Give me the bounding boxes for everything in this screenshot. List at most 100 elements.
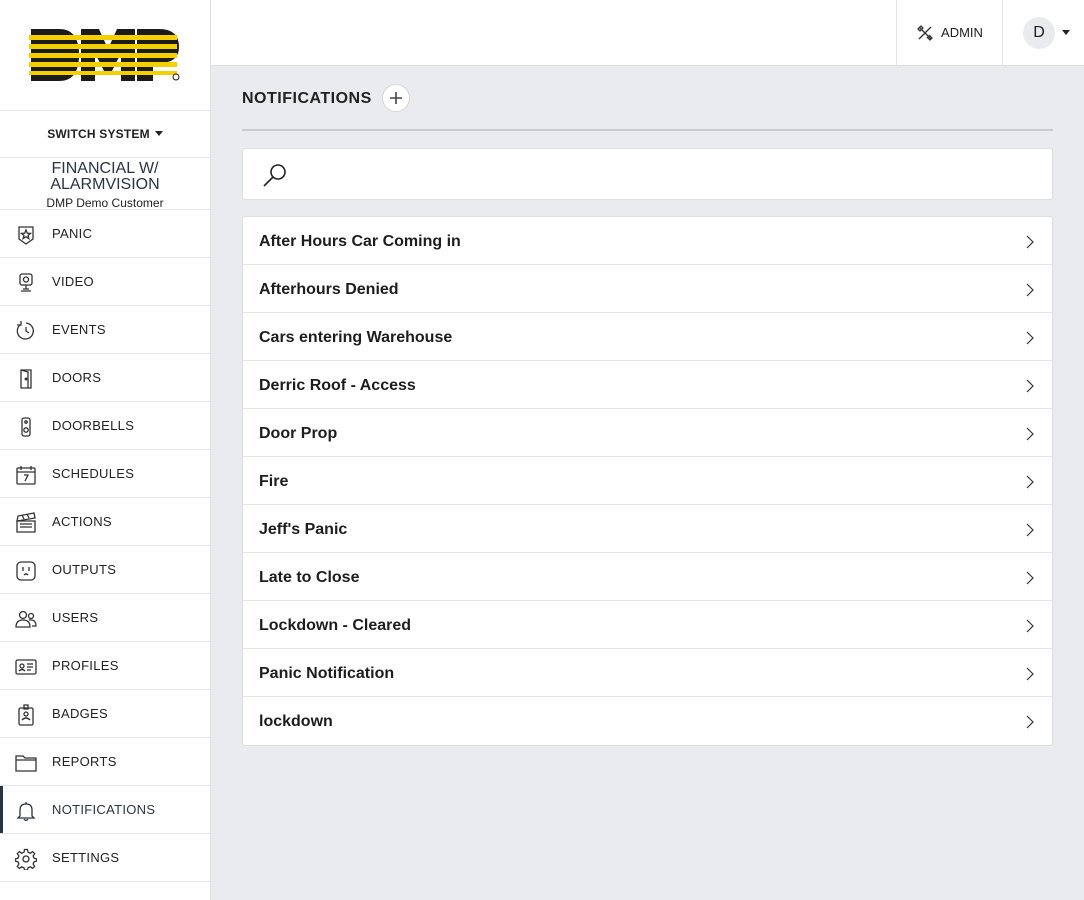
sidebar-item-label: OUTPUTS	[52, 562, 117, 577]
sidebar-item-settings[interactable]: SETTINGS	[0, 834, 210, 882]
main-content: NOTIFICATIONS After Hours Car Coming in …	[242, 66, 1053, 746]
sidebar-item-doors[interactable]: DOORS	[0, 354, 210, 402]
sidebar-item-label: DOORS	[52, 370, 102, 385]
panic-icon	[18, 226, 34, 245]
calendar-icon	[16, 466, 36, 485]
chevron-right-icon	[1026, 715, 1034, 729]
system-name-line1: FINANCIAL W/	[51, 160, 159, 177]
chevron-right-icon	[1026, 667, 1034, 681]
sidebar-item-reports[interactable]: REPORTS	[0, 738, 210, 786]
chevron-right-icon	[1026, 427, 1034, 441]
list-item[interactable]: After Hours Car Coming in	[243, 217, 1052, 265]
users-icon	[15, 610, 37, 628]
notification-name: After Hours Car Coming in	[259, 233, 461, 250]
avatar: D	[1023, 17, 1055, 49]
chevron-right-icon	[1026, 475, 1034, 489]
list-item[interactable]: lockdown	[243, 697, 1052, 745]
chevron-right-icon	[1026, 379, 1034, 393]
sidebar-item-badges[interactable]: BADGES	[0, 690, 210, 738]
events-icon	[16, 321, 34, 340]
sidebar-item-label: PANIC	[52, 226, 93, 241]
switch-system-label: SWITCH SYSTEM	[47, 127, 150, 141]
notification-name: Panic Notification	[259, 665, 395, 682]
dmp-logo[interactable]	[29, 27, 181, 83]
list-item[interactable]: Late to Close	[243, 553, 1052, 601]
notification-name: Late to Close	[259, 569, 360, 586]
sidebar-item-label: ACTIONS	[52, 514, 112, 529]
page-title: NOTIFICATIONS	[242, 90, 372, 107]
sidebar-item-label: DOORBELLS	[52, 418, 135, 433]
sidebar-item-actions[interactable]: ACTIONS	[0, 498, 210, 546]
chevron-right-icon	[1026, 571, 1034, 585]
folder-icon	[15, 755, 37, 772]
bell-icon	[16, 802, 36, 822]
list-item[interactable]: Panic Notification	[243, 649, 1052, 697]
door-icon	[20, 369, 32, 389]
customer-name: DMP Demo Customer	[46, 196, 164, 210]
chevron-right-icon	[1026, 283, 1034, 297]
tools-icon	[917, 24, 933, 41]
sidebar-item-outputs[interactable]: OUTPUTS	[0, 546, 210, 594]
notification-name: Afterhours Denied	[259, 281, 399, 298]
notification-name: Jeff's Panic	[259, 521, 348, 538]
user-menu[interactable]: D	[1002, 0, 1084, 65]
notification-name: Derric Roof - Access	[259, 377, 416, 394]
list-item[interactable]: Cars entering Warehouse	[243, 313, 1052, 361]
chevron-right-icon	[1026, 523, 1034, 537]
sidebar: SWITCH SYSTEM FINANCIAL W/ ALARMVISION D…	[0, 0, 211, 900]
admin-label: ADMIN	[941, 25, 983, 40]
logo-area	[0, 0, 210, 111]
admin-button[interactable]: ADMIN	[896, 0, 1003, 65]
sidebar-item-label: BADGES	[52, 706, 108, 721]
notification-name: Cars entering Warehouse	[259, 329, 453, 346]
sidebar-item-label: USERS	[52, 610, 99, 625]
search-input[interactable]	[295, 159, 1035, 191]
sidebar-nav: PANIC VIDEO EVENTS DOORS DOORBELLS SCHED…	[0, 210, 210, 882]
sidebar-item-label: EVENTS	[52, 322, 106, 337]
list-item[interactable]: Jeff's Panic	[243, 505, 1052, 553]
sidebar-item-notifications[interactable]: NOTIFICATIONS	[0, 786, 210, 834]
sidebar-item-label: SETTINGS	[52, 850, 120, 865]
sidebar-item-panic[interactable]: PANIC	[0, 210, 210, 258]
list-item[interactable]: Fire	[243, 457, 1052, 505]
clapperboard-icon	[16, 512, 36, 533]
chevron-right-icon	[1026, 619, 1034, 633]
search-icon	[263, 164, 286, 187]
list-item[interactable]: Afterhours Denied	[243, 265, 1052, 313]
chevron-right-icon	[1026, 331, 1034, 345]
plus-icon	[390, 92, 402, 104]
sidebar-item-users[interactable]: USERS	[0, 594, 210, 642]
sidebar-item-label: VIDEO	[52, 274, 94, 289]
outlet-icon	[16, 561, 36, 581]
sidebar-item-label: PROFILES	[52, 658, 119, 673]
chevron-right-icon	[1026, 235, 1034, 249]
list-item[interactable]: Door Prop	[243, 409, 1052, 457]
caret-down-icon	[154, 130, 163, 136]
list-item[interactable]: Lockdown - Cleared	[243, 601, 1052, 649]
sidebar-item-events[interactable]: EVENTS	[0, 306, 210, 354]
add-notification-button[interactable]	[382, 84, 410, 112]
sidebar-item-doorbells[interactable]: DOORBELLS	[0, 402, 210, 450]
page-header: NOTIFICATIONS	[242, 66, 1053, 131]
gear-icon	[15, 848, 37, 870]
badge-icon	[18, 704, 34, 726]
caret-down-icon	[1062, 30, 1070, 35]
list-item[interactable]: Derric Roof - Access	[243, 361, 1052, 409]
notification-name: Fire	[259, 473, 289, 490]
system-name-line2: ALARMVISION	[50, 176, 160, 193]
sidebar-item-video[interactable]: VIDEO	[0, 258, 210, 306]
top-bar: ADMIN D	[211, 0, 1084, 66]
id-card-icon	[15, 659, 37, 675]
sidebar-item-label: SCHEDULES	[52, 466, 135, 481]
sidebar-item-profiles[interactable]: PROFILES	[0, 642, 210, 690]
switch-system-button[interactable]: SWITCH SYSTEM	[0, 111, 210, 158]
sidebar-item-label: NOTIFICATIONS	[52, 802, 156, 817]
system-info: FINANCIAL W/ ALARMVISION DMP Demo Custom…	[0, 158, 210, 210]
sidebar-item-schedules[interactable]: SCHEDULES	[0, 450, 210, 498]
notification-name: Door Prop	[259, 425, 338, 442]
video-icon	[19, 273, 33, 292]
notifications-list: After Hours Car Coming in Afterhours Den…	[242, 216, 1053, 746]
search-box	[242, 148, 1053, 200]
notification-name: Lockdown - Cleared	[259, 617, 412, 634]
doorbell-icon	[21, 417, 31, 437]
